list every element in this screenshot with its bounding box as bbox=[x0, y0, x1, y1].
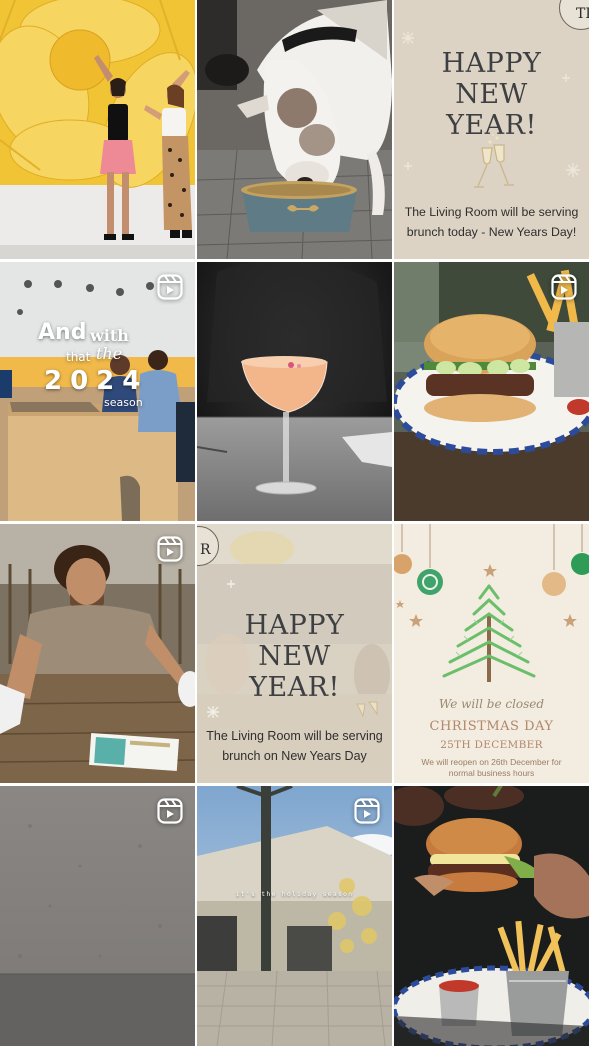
svg-text:TL: TL bbox=[576, 6, 589, 22]
christmas-day-text: CHRISTMAS DAY bbox=[429, 719, 554, 734]
poster-title-line3: YEAR! bbox=[249, 672, 340, 703]
christmas-note: We will reopen on 26th December for norm… bbox=[394, 757, 589, 779]
poster-title-line1: HAPPY bbox=[441, 48, 542, 79]
post-christmas-closed[interactable]: We will be closed CHRISTMAS DAY 25TH DEC… bbox=[394, 524, 589, 783]
sunflower-mural-photo bbox=[0, 0, 195, 259]
tlr-logo-icon: R bbox=[197, 526, 219, 566]
post-happy-new-year-brunch-today[interactable]: TL HAPPY NEW YEAR! The Living Room will … bbox=[394, 0, 589, 259]
reel-icon bbox=[354, 798, 380, 824]
post-grid: TL HAPPY NEW YEAR! The Living Room will … bbox=[0, 0, 589, 1046]
reel-icon bbox=[551, 274, 577, 300]
poster-title-line2: NEW bbox=[258, 641, 331, 672]
tlr-logo-icon: TL bbox=[559, 0, 589, 30]
christmas-closed-text: We will be closed bbox=[438, 697, 545, 711]
reel-icon bbox=[157, 798, 183, 824]
burger-fries-photo bbox=[394, 786, 589, 1046]
post-burger-plate[interactable] bbox=[394, 262, 589, 521]
christmas-note-line1: We will reopen on 26th December for bbox=[421, 757, 562, 767]
poster-subtitle-line2: brunch today - New Years Day! bbox=[406, 225, 577, 239]
post-sunflower-mural[interactable] bbox=[0, 0, 195, 259]
overlay-with: with bbox=[90, 326, 129, 345]
post-wall-texture[interactable] bbox=[0, 786, 195, 1046]
street-photo bbox=[197, 786, 392, 1046]
poster-title: HAPPY NEW YEAR! bbox=[394, 48, 589, 141]
wall-texture-photo bbox=[0, 786, 195, 1046]
poster-subtitle: The Living Room will be serving brunch t… bbox=[394, 202, 589, 242]
overlay-that: that bbox=[66, 350, 91, 364]
post-cocktail-glass[interactable] bbox=[197, 262, 392, 521]
overlay-the: the bbox=[96, 344, 123, 363]
holiday-caption: it's the holiday season bbox=[235, 890, 354, 898]
poster-title: HAPPY NEW YEAR! bbox=[197, 610, 392, 703]
reel-icon bbox=[157, 536, 183, 562]
burger-plate-photo bbox=[394, 262, 589, 521]
christmas-note-line2: normal business hours bbox=[448, 768, 535, 778]
poster-subtitle: The Living Room will be serving brunch o… bbox=[197, 726, 392, 766]
post-dog-bowl[interactable] bbox=[197, 0, 392, 259]
post-man-at-table[interactable] bbox=[0, 524, 195, 783]
poster-subtitle-line2: brunch on New Years Day bbox=[222, 749, 367, 763]
post-happy-new-year-brunch[interactable]: R HAPPY NEW YEAR! The Living Room will b… bbox=[197, 524, 392, 783]
post-and-with-that-2024-season[interactable]: And with that the 2024 season bbox=[0, 262, 195, 521]
post-holiday-season-street[interactable]: it's the holiday season bbox=[197, 786, 392, 1046]
poster-title-line1: HAPPY bbox=[244, 610, 345, 641]
svg-text:R: R bbox=[200, 542, 211, 558]
overlay-year: 2024 bbox=[44, 366, 149, 396]
reel-icon bbox=[157, 274, 183, 300]
dog-bowl-photo bbox=[197, 0, 392, 259]
poster-title-line2: NEW bbox=[455, 79, 528, 110]
post-burger-fries[interactable] bbox=[394, 786, 589, 1046]
poster-subtitle-line1: The Living Room will be serving bbox=[404, 205, 579, 219]
cocktail-photo bbox=[197, 262, 392, 521]
man-table-photo bbox=[0, 524, 195, 783]
poster-subtitle-line1: The Living Room will be serving bbox=[206, 729, 383, 743]
overlay-and: And bbox=[38, 320, 87, 345]
overlay-season: season bbox=[104, 396, 143, 409]
poster-title-line3: YEAR! bbox=[446, 110, 537, 141]
christmas-date-text: 25TH DECEMBER bbox=[440, 739, 543, 751]
